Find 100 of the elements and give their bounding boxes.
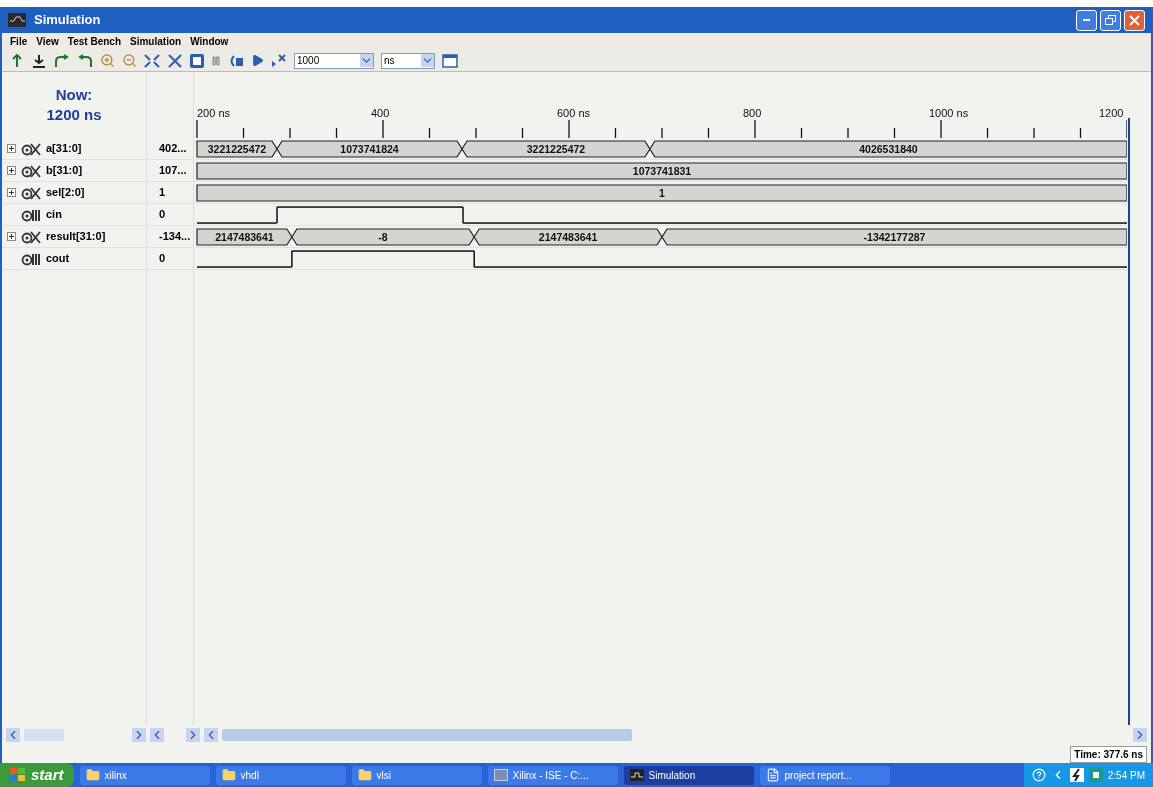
undo-arrow-icon[interactable] bbox=[54, 53, 70, 68]
time-label: 600 ns bbox=[557, 107, 591, 119]
signal-value: 0 bbox=[147, 248, 194, 269]
bus-value: 1 bbox=[659, 187, 665, 199]
restore-icon bbox=[1105, 14, 1116, 26]
signal-name-row[interactable]: a[31:0] bbox=[2, 138, 147, 159]
menu-item[interactable]: Simulation bbox=[130, 34, 182, 49]
scroll-right-icon[interactable] bbox=[186, 728, 200, 742]
scrollbar-thumb[interactable] bbox=[222, 729, 632, 741]
signal-name: result[31:0] bbox=[46, 229, 106, 245]
waveform-icon bbox=[629, 769, 644, 781]
scroll-left-icon[interactable] bbox=[6, 728, 20, 742]
scroll-left-icon[interactable] bbox=[204, 728, 218, 742]
bus-value: 2147483641 bbox=[215, 231, 274, 243]
bus-value: -8 bbox=[378, 231, 388, 243]
bus-value: -1342177287 bbox=[863, 231, 926, 243]
signal-name: cout bbox=[46, 251, 70, 267]
time-label: 800 bbox=[743, 107, 762, 119]
folder-icon bbox=[357, 768, 372, 782]
arrow-up-icon[interactable] bbox=[10, 53, 24, 68]
run-icon[interactable] bbox=[251, 54, 264, 67]
close-icon bbox=[1129, 14, 1140, 26]
window-icon[interactable] bbox=[442, 53, 458, 68]
bus-value: 2147483641 bbox=[538, 231, 598, 243]
signal-name: b[31:0] bbox=[46, 163, 83, 179]
taskbar-button[interactable]: vlsi bbox=[351, 765, 482, 785]
bit-signal-icon bbox=[21, 251, 41, 266]
start-button[interactable]: start bbox=[0, 763, 74, 787]
bus-signal-icon bbox=[21, 185, 41, 200]
time-label: 1200 bbox=[1099, 107, 1124, 119]
help-icon[interactable] bbox=[1031, 768, 1046, 782]
restore-button[interactable] bbox=[1100, 9, 1121, 31]
signal-value: 0 bbox=[147, 204, 194, 225]
now-label: Now: bbox=[55, 85, 93, 105]
signal-value: -134... bbox=[147, 226, 194, 247]
time-label: 200 ns bbox=[197, 107, 231, 119]
run-time-field[interactable]: 1000 bbox=[294, 52, 374, 69]
expand-icon[interactable] bbox=[7, 232, 16, 241]
time-label: 1000 ns bbox=[929, 107, 969, 119]
window-title: Simulation bbox=[34, 11, 101, 30]
bus-value: 1073741831 bbox=[632, 165, 692, 177]
clock: 2:54 PM bbox=[1107, 768, 1145, 783]
signal-name-row[interactable]: cin bbox=[2, 204, 147, 225]
signal-name: cin bbox=[46, 207, 62, 223]
lightning-icon[interactable] bbox=[1069, 768, 1084, 782]
expand-icon[interactable] bbox=[7, 166, 16, 175]
bus-signal-icon bbox=[21, 141, 41, 156]
bus-signal-icon bbox=[21, 163, 41, 178]
run-for-time-icon[interactable] bbox=[271, 53, 287, 68]
signal-value: 402... bbox=[147, 138, 194, 159]
signal-name: sel[2:0] bbox=[46, 185, 85, 201]
taskbar-button[interactable]: Xilinx - ISE - C:... bbox=[487, 765, 618, 785]
redo-arrow-icon[interactable] bbox=[77, 53, 93, 68]
signal-name-row[interactable]: result[31:0] bbox=[2, 226, 147, 247]
bus-signal-icon bbox=[21, 229, 41, 244]
menu-item[interactable]: Window bbox=[190, 34, 229, 49]
bus-value: 3221225472 bbox=[526, 143, 586, 155]
document-icon bbox=[765, 768, 780, 782]
scroll-right-icon[interactable] bbox=[132, 728, 146, 742]
signal-name-row[interactable]: sel[2:0] bbox=[2, 182, 147, 203]
bus-value: 3221225472 bbox=[207, 143, 267, 155]
download-icon[interactable] bbox=[31, 53, 47, 68]
signal-value: 1 bbox=[147, 182, 194, 203]
menu-item[interactable]: Test Bench bbox=[67, 34, 121, 49]
minimize-button[interactable] bbox=[1076, 9, 1097, 31]
taskbar-button[interactable]: project report... bbox=[759, 765, 890, 785]
signal-name-row[interactable]: cout bbox=[2, 248, 147, 269]
bit-signal-icon bbox=[21, 207, 41, 222]
zoom-out-icon[interactable] bbox=[122, 53, 137, 68]
waveform-icon bbox=[8, 13, 26, 27]
expand-icon[interactable] bbox=[7, 188, 16, 197]
restart-icon[interactable] bbox=[190, 53, 204, 68]
menu-item[interactable]: View bbox=[36, 34, 59, 49]
signal-value: 107... bbox=[147, 160, 194, 181]
scrollbar-thumb[interactable] bbox=[24, 729, 64, 741]
taskbar-button[interactable]: vhdl bbox=[215, 765, 346, 785]
signal-name-row[interactable]: b[31:0] bbox=[2, 160, 147, 181]
menu-item[interactable]: File bbox=[10, 34, 28, 49]
pause-icon[interactable] bbox=[211, 55, 221, 66]
scroll-left-icon[interactable] bbox=[150, 728, 164, 742]
time-label: 400 bbox=[371, 107, 390, 119]
shrink-arrows-icon[interactable] bbox=[167, 53, 183, 68]
expand-icon[interactable] bbox=[7, 144, 16, 153]
close-button[interactable] bbox=[1124, 9, 1145, 31]
step-icon[interactable] bbox=[228, 53, 244, 68]
time-unit-dropdown[interactable]: ns bbox=[381, 52, 435, 69]
taskbar-button[interactable]: Simulation bbox=[623, 765, 754, 785]
window-icon bbox=[493, 769, 508, 781]
bus-value: 4026531840 bbox=[859, 143, 918, 155]
folder-icon bbox=[85, 768, 100, 782]
expand-arrows-icon[interactable] bbox=[144, 53, 160, 68]
current-time: 1200 ns bbox=[46, 105, 102, 125]
taskbar-button[interactable]: xilinx bbox=[79, 765, 210, 785]
scroll-right-icon[interactable] bbox=[1133, 728, 1147, 742]
zoom-in-icon[interactable] bbox=[100, 53, 115, 68]
dropdown-icon[interactable] bbox=[421, 54, 434, 67]
dropdown-icon[interactable] bbox=[360, 54, 373, 67]
status-time: Time: 377.6 ns bbox=[1070, 745, 1147, 763]
signal-name: a[31:0] bbox=[46, 141, 82, 157]
bus-value: 1073741824 bbox=[340, 143, 399, 155]
